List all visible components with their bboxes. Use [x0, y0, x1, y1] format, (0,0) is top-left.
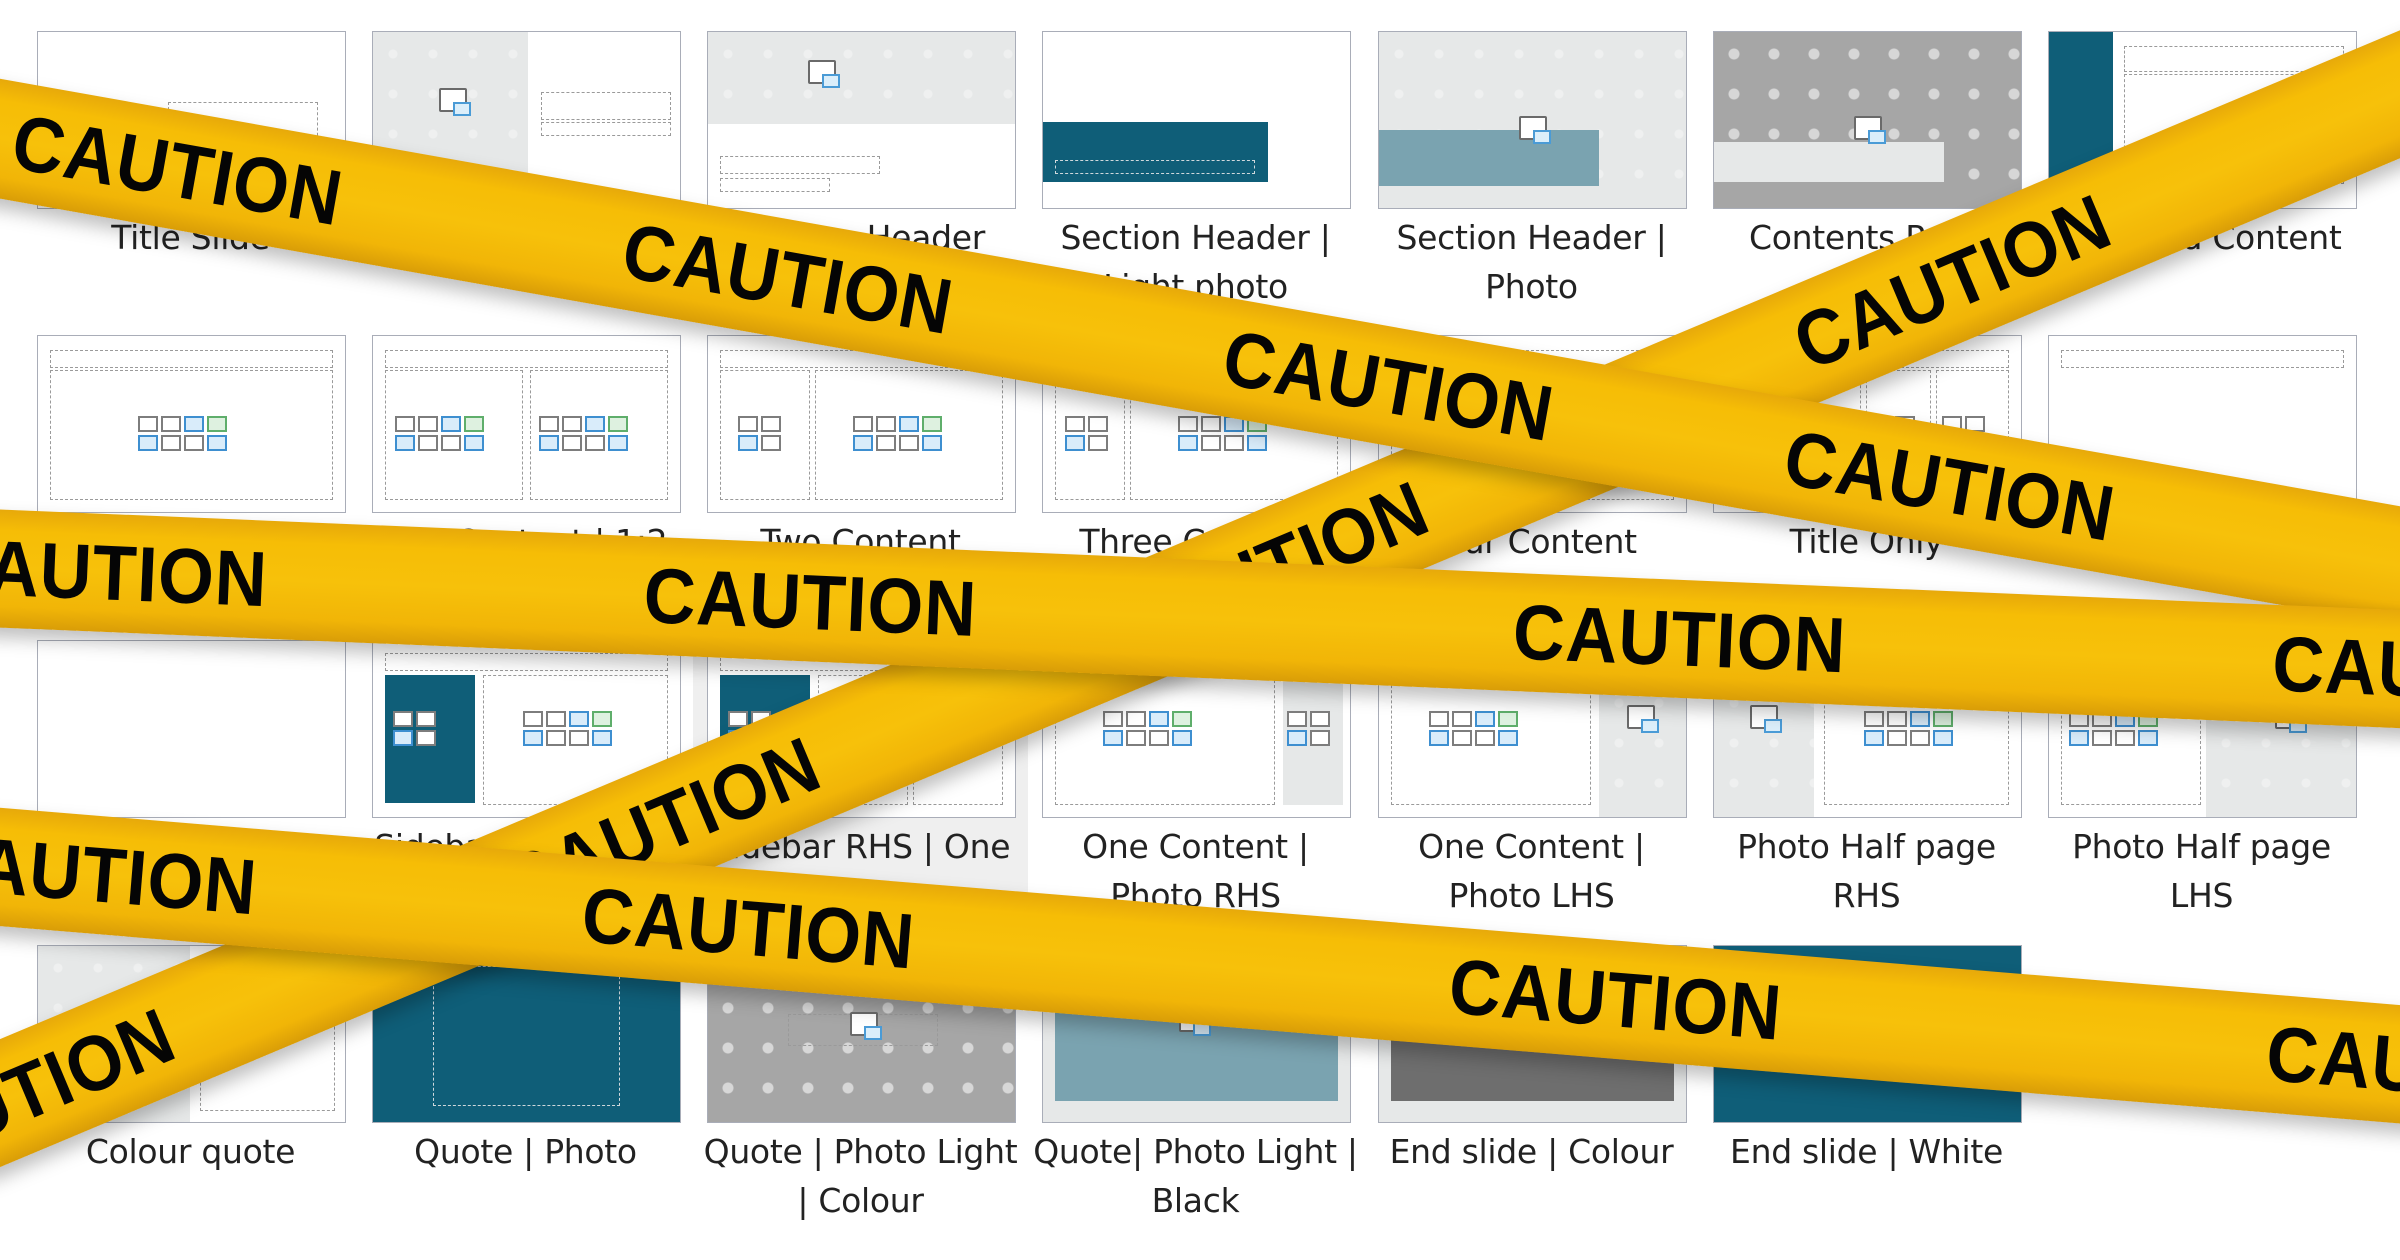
layout-label: Quote | Photo Light | Colour: [703, 1132, 1018, 1220]
picture-placeholder-icon: [439, 88, 471, 116]
caution-text: CAUTION: [1511, 587, 1849, 690]
content-placeholder-icons: [853, 416, 942, 451]
caution-text: CAUTION: [2270, 619, 2400, 722]
content-placeholder-icons: [1287, 711, 1330, 746]
layout-label: Photo Half page LHS: [2072, 827, 2331, 915]
picture-placeholder-icon: [808, 60, 840, 88]
layout-thumbnail: [1378, 31, 1687, 209]
layout-label: Section Header | Photo: [1396, 218, 1667, 306]
layout-label: End slide | White: [1730, 1132, 2003, 1171]
layout-thumbnail: [37, 335, 346, 513]
caution-text: CAUTION: [0, 521, 270, 624]
layout-thumbnail: [707, 31, 1016, 209]
layout-label: Quote| Photo Light | Black: [1033, 1132, 1358, 1220]
picture-placeholder-icon: [1854, 116, 1886, 144]
layout-label: Quote | Photo: [414, 1132, 637, 1171]
content-placeholder-icons: [738, 416, 781, 451]
content-placeholder-icons: [138, 416, 227, 451]
caution-text: CAUTION: [2263, 1008, 2400, 1124]
caution-text: CAUTION: [0, 816, 261, 932]
layout-label: End slide | Colour: [1389, 1132, 1674, 1171]
content-placeholder-icons: [523, 711, 612, 746]
layout-label: Photo Half page RHS: [1737, 827, 1996, 915]
content-placeholder-icons: [1065, 416, 1108, 451]
layout-thumbnail: [37, 640, 346, 818]
layout-thumbnail: [1042, 31, 1351, 209]
caution-text: CAUTION: [642, 551, 979, 653]
content-placeholder-icons: [395, 416, 484, 451]
picture-placeholder-icon: [850, 1012, 882, 1040]
layout-option[interactable]: Section Header | Photo: [1364, 21, 1699, 326]
content-placeholder-icons: [1864, 711, 1953, 746]
caution-text: CAUTION: [578, 870, 919, 986]
caution-text: CAUTION: [1445, 941, 1786, 1057]
picture-placeholder-icon: [1627, 705, 1659, 733]
picture-placeholder-icon: [1750, 705, 1782, 733]
content-placeholder-icons: [1429, 711, 1518, 746]
content-placeholder-icons: [393, 711, 436, 746]
content-placeholder-icons: [539, 416, 628, 451]
layout-thumbnail: [372, 335, 681, 513]
layout-thumbnail: [1713, 31, 2022, 209]
layout-label: One Content | Photo LHS: [1418, 827, 1645, 915]
content-placeholder-icons: [1103, 711, 1192, 746]
picture-placeholder-icon: [1519, 116, 1551, 144]
